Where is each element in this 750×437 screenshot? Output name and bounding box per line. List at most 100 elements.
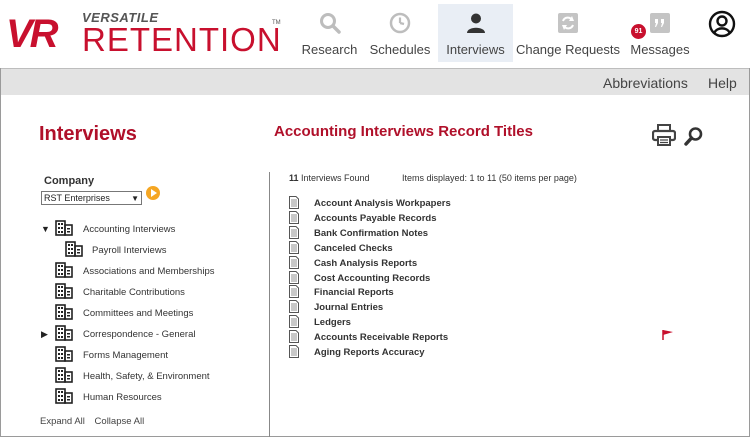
logo-main-text: RETENTION xyxy=(82,21,282,58)
secondary-toolbar: Abbreviations Help xyxy=(1,68,749,95)
record-row[interactable]: Ledgers xyxy=(289,315,689,330)
user-account-icon[interactable] xyxy=(708,10,736,38)
tree-item-label: Human Resources xyxy=(83,392,162,403)
tree-item-label: Forms Management xyxy=(83,350,169,361)
tree-item[interactable]: ▶ Correspondence - General xyxy=(41,325,261,343)
chevron-down-icon: ▼ xyxy=(131,194,139,203)
tree-item-label: Payroll Interviews xyxy=(92,245,167,256)
record-row[interactable]: Accounts Receivable Reports xyxy=(289,330,689,345)
search-icon[interactable] xyxy=(684,126,704,146)
tree-item[interactable]: Forms Management xyxy=(41,346,261,364)
record-row[interactable]: Cash Analysis Reports xyxy=(289,255,689,271)
tree-item[interactable]: Charitable Contributions xyxy=(41,283,261,301)
nav-research[interactable]: Research xyxy=(297,4,362,62)
record-title[interactable]: Cash Analysis Reports xyxy=(314,258,417,269)
record-title[interactable]: Financial Reports xyxy=(314,287,394,298)
tree-item-label: Health, Safety, & Environment xyxy=(83,371,210,382)
found-count: 11 xyxy=(289,173,299,183)
record-title[interactable]: Accounts Payable Records xyxy=(314,213,437,224)
nav-interviews[interactable]: Interviews xyxy=(438,4,513,62)
building-icon xyxy=(55,220,73,236)
tree-item-label: Associations and Memberships xyxy=(83,266,215,277)
record-title[interactable]: Canceled Checks xyxy=(314,243,393,254)
tree-controls: Expand All Collapse All xyxy=(40,416,151,427)
company-select[interactable]: RST Enterprises ▼ xyxy=(41,191,142,205)
document-icon xyxy=(289,315,299,329)
record-title[interactable]: Accounts Receivable Reports xyxy=(314,332,448,343)
record-row[interactable]: Accounts Payable Records xyxy=(289,210,689,226)
record-row[interactable]: Cost Accounting Records xyxy=(289,270,689,286)
tree-item-label: Charitable Contributions xyxy=(83,287,185,298)
print-icon[interactable] xyxy=(651,124,677,146)
tree-item[interactable]: Human Resources xyxy=(41,388,261,406)
logo-trademark: TM xyxy=(272,20,281,26)
record-title[interactable]: Cost Accounting Records xyxy=(314,273,430,284)
tree-item-label: Accounting Interviews xyxy=(83,224,176,235)
nav-messages-label: Messages xyxy=(630,42,690,57)
document-icon xyxy=(289,285,299,299)
page-title: Interviews xyxy=(39,123,137,145)
abbreviations-link[interactable]: Abbreviations xyxy=(603,75,688,91)
clock-icon xyxy=(387,10,413,36)
nav-schedules[interactable]: Schedules xyxy=(362,4,438,62)
record-row[interactable]: Journal Entries xyxy=(289,300,689,315)
interviews-found: 11 Interviews Found xyxy=(289,173,370,183)
tree-item[interactable]: Payroll Interviews xyxy=(41,241,261,259)
record-row[interactable]: Bank Confirmation Notes xyxy=(289,225,689,241)
nav-interviews-label: Interviews xyxy=(446,42,505,57)
document-icon xyxy=(289,300,299,314)
tree-item[interactable]: ▼ Accounting Interviews xyxy=(41,220,261,238)
person-icon xyxy=(463,10,489,36)
building-icon xyxy=(55,325,73,341)
help-link[interactable]: Help xyxy=(708,75,737,91)
document-icon xyxy=(289,345,299,358)
record-title[interactable]: Ledgers xyxy=(314,317,351,328)
record-title[interactable]: Journal Entries xyxy=(314,302,383,313)
record-row[interactable]: Canceled Checks xyxy=(289,240,689,256)
tree-item-label: Correspondence - General xyxy=(83,329,196,340)
tree-item[interactable]: Associations and Memberships xyxy=(41,262,261,280)
building-icon xyxy=(55,283,73,299)
document-icon xyxy=(289,330,299,344)
tree-item[interactable]: Committees and Meetings xyxy=(41,304,261,322)
nav-schedules-label: Schedules xyxy=(369,42,431,57)
logo[interactable]: VR VERSATILE RETENTION TM xyxy=(6,8,286,58)
expand-all-link[interactable]: Expand All xyxy=(40,416,85,427)
record-row[interactable]: Financial Reports xyxy=(289,285,689,300)
collapse-all-link[interactable]: Collapse All xyxy=(95,416,145,427)
refresh-icon xyxy=(555,10,581,36)
document-icon xyxy=(289,240,299,254)
record-row[interactable]: Aging Reports Accuracy xyxy=(289,345,689,360)
record-title[interactable]: Account Analysis Workpapers xyxy=(314,198,451,209)
company-label: Company xyxy=(44,175,95,187)
nav-change-requests-label: Change Requests xyxy=(515,42,621,57)
nav-change-requests[interactable]: Change Requests xyxy=(513,4,623,62)
tree-item-label: Committees and Meetings xyxy=(83,308,194,319)
building-icon xyxy=(55,304,73,320)
building-icon xyxy=(55,262,73,278)
logo-mark: VR xyxy=(6,12,59,56)
nav-messages[interactable]: Messages 91 xyxy=(623,4,697,62)
tree-item[interactable]: Health, Safety, & Environment xyxy=(41,367,261,385)
document-icon xyxy=(289,196,299,209)
flag-icon xyxy=(661,328,675,340)
document-icon xyxy=(289,255,299,269)
search-icon xyxy=(317,10,343,36)
nav-research-label: Research xyxy=(301,42,358,57)
messages-count-badge: 91 xyxy=(631,24,646,39)
items-displayed: Items displayed: 1 to 11 (50 items per p… xyxy=(402,173,577,183)
record-title[interactable]: Aging Reports Accuracy xyxy=(314,347,425,358)
record-title[interactable]: Bank Confirmation Notes xyxy=(314,228,428,239)
header: VR VERSATILE RETENTION TM Research Sched… xyxy=(0,0,750,68)
quote-icon xyxy=(647,10,673,36)
expand-toggle-icon[interactable]: ▶ xyxy=(41,329,49,339)
go-button[interactable] xyxy=(146,186,160,200)
expand-toggle-icon[interactable]: ▼ xyxy=(41,224,50,234)
record-row[interactable]: Account Analysis Workpapers xyxy=(289,196,689,211)
company-select-value: RST Enterprises xyxy=(44,193,110,203)
records-title: Accounting Interviews Record Titles xyxy=(274,123,533,140)
